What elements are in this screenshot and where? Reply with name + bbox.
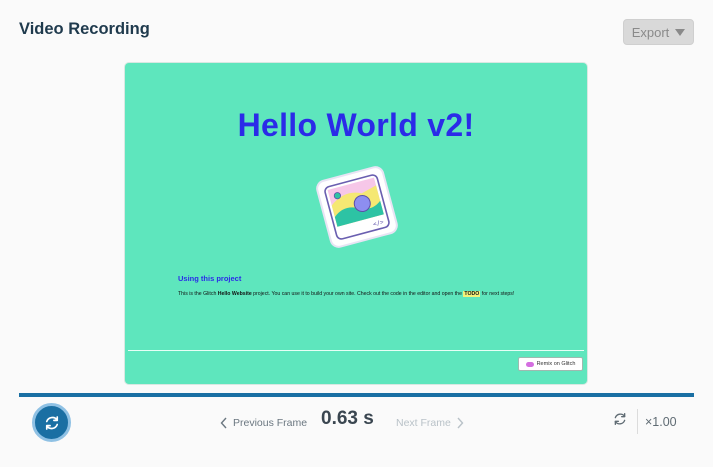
glitch-fish-icon [525, 361, 534, 367]
previous-frame-button[interactable]: Previous Frame [220, 409, 307, 437]
page-title: Video Recording [19, 20, 150, 38]
control-divider [637, 409, 638, 434]
replay-button[interactable] [32, 403, 71, 442]
next-frame-button[interactable]: Next Frame [396, 409, 464, 437]
body-text-prefix: This is the Glitch [178, 291, 218, 297]
remix-button-label: Remix on Glitch [536, 361, 576, 367]
section-title: Using this project [178, 274, 242, 283]
header-bar: Video Recording Export [0, 0, 713, 62]
chevron-right-icon [457, 417, 464, 429]
previous-frame-label: Previous Frame [233, 417, 308, 429]
export-button[interactable]: Export [623, 19, 694, 45]
timeline-track[interactable] [19, 393, 694, 397]
caret-down-icon [675, 28, 686, 36]
loop-icon[interactable] [612, 411, 628, 427]
next-frame-label: Next Frame [396, 417, 451, 429]
body-text-suffix: for next steps! [480, 291, 515, 297]
body-text-todo: TODO [463, 291, 481, 297]
body-text-bold: Hello Website [217, 291, 252, 297]
preview-divider [128, 350, 584, 351]
playback-speed[interactable]: ×1.00 [645, 415, 677, 429]
remix-button[interactable]: Remix on Glitch [518, 357, 583, 371]
image-illustration: </> [316, 166, 398, 248]
export-button-label: Export [631, 24, 670, 40]
video-preview: Hello World v2! </> Using this project T… [125, 63, 587, 384]
preview-heading: Hello World v2! [237, 107, 475, 143]
refresh-icon [45, 415, 58, 430]
time-display: 0.63 s [321, 408, 374, 429]
preview-body-text: This is the Glitch Hello Website project… [178, 291, 558, 298]
body-text-middle: project. You can use it to build your ow… [251, 291, 464, 297]
chevron-left-icon [220, 417, 227, 429]
timeline-progress [19, 393, 694, 397]
